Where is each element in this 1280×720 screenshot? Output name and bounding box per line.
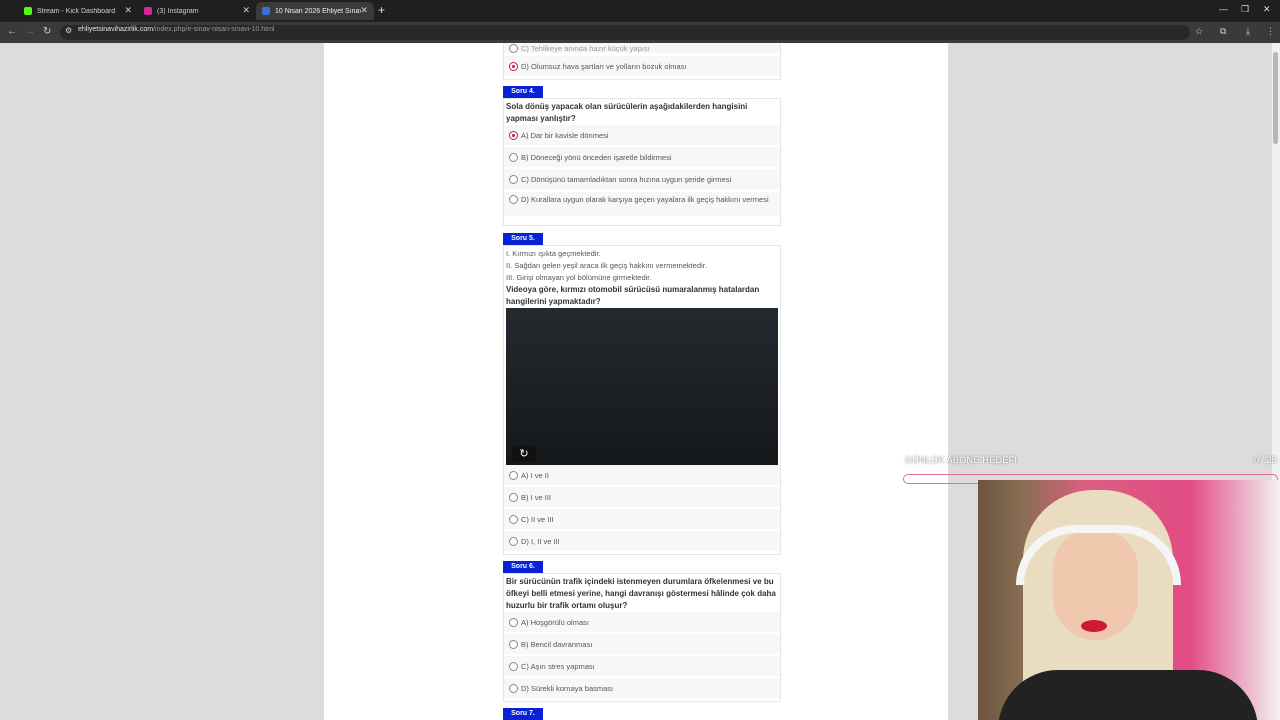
- site-info-icon[interactable]: ⚙: [65, 26, 72, 35]
- radio-icon: [509, 492, 518, 502]
- question-text: Sola dönüş yapacak olan sürücülerin aşağ…: [506, 102, 748, 123]
- radio-icon: [509, 174, 518, 184]
- site-favicon-icon: [262, 7, 270, 15]
- tab-strip: Stream - Kick Dashboard ✕ (3) Instagram …: [0, 0, 1280, 22]
- statement: I. Kırmızı ışıkta geçmektedir.: [506, 249, 601, 258]
- statement: III. Girişi olmayan yol bölümüne girmekt…: [506, 273, 652, 282]
- option-label: A) Dar bir kavisle dönmesi: [521, 130, 609, 140]
- star-icon[interactable]: ☆: [1195, 26, 1203, 37]
- tab-ehliyet[interactable]: 10 Nisan 2026 Ehliyet Sınavı Ha ✕: [256, 2, 374, 20]
- option-label: B) Döneceği yönü önceden işaretle bildir…: [521, 152, 672, 162]
- webcam-shirt: [998, 670, 1258, 720]
- close-window-icon[interactable]: ✕: [1263, 4, 1271, 15]
- option-label: D) Kurallara uygun olarak karşıya geçen …: [521, 195, 769, 204]
- reload-icon[interactable]: ↻: [43, 26, 51, 37]
- question-label: Soru 7.: [503, 708, 543, 720]
- radio-icon: [509, 152, 518, 162]
- webcam-feed: [978, 480, 1280, 720]
- radio-icon: [509, 514, 518, 524]
- option-c[interactable]: C) II ve III: [504, 509, 780, 529]
- question-video[interactable]: [506, 308, 778, 466]
- option-label: D) I, II ve III: [521, 536, 560, 546]
- option-d[interactable]: D) Kurallara uygun olarak karşıya geçen …: [504, 192, 780, 216]
- option-label: B) I ve III: [521, 492, 552, 502]
- question-label: Soru 5.: [503, 233, 543, 245]
- url-domain: ehliyetsinavihazirlik.com: [78, 26, 154, 33]
- replay-icon[interactable]: ↻: [512, 446, 536, 462]
- option-label: C) II ve III: [521, 514, 554, 524]
- close-tab-icon[interactable]: ✕: [360, 5, 368, 16]
- option-c[interactable]: C) Tehlikeye anında hazır küçük yapısı: [504, 43, 780, 53]
- url-text[interactable]: ehliyetsinavihazirlik.com/index.php/e-si…: [78, 26, 275, 33]
- radio-icon: [509, 536, 518, 546]
- back-icon[interactable]: ←: [7, 26, 17, 37]
- forward-icon[interactable]: →: [25, 26, 35, 37]
- kick-icon: [24, 7, 32, 15]
- option-d[interactable]: D) I, II ve III: [504, 531, 780, 551]
- option-a[interactable]: A) Dar bir kavisle dönmesi: [504, 125, 780, 145]
- question-label: Soru 4.: [503, 86, 543, 98]
- option-label: D) Sürekli kornaya basması: [521, 683, 614, 693]
- goal-text: GÜNLÜK ABONE HEDEFİ: [905, 455, 1018, 465]
- tab-kick[interactable]: Stream - Kick Dashboard ✕: [18, 2, 138, 20]
- scrollbar-thumb[interactable]: [1273, 52, 1278, 144]
- radio-selected-icon: [509, 61, 518, 71]
- option-a[interactable]: A) Hoşgörülü olması: [504, 612, 780, 632]
- tab-title: 10 Nisan 2026 Ehliyet Sınavı Ha: [275, 7, 361, 15]
- tab-instagram[interactable]: (3) Instagram ✕: [138, 2, 256, 20]
- radio-icon: [509, 44, 518, 53]
- radio-selected-icon: [509, 130, 518, 140]
- close-tab-icon[interactable]: ✕: [242, 5, 250, 16]
- new-tab-icon[interactable]: +: [378, 3, 385, 17]
- option-d[interactable]: D) Olumsuz hava şartları ve yolların boz…: [504, 56, 780, 76]
- option-b[interactable]: B) I ve III: [504, 487, 780, 507]
- radio-icon: [509, 683, 518, 693]
- extensions-icon[interactable]: ⧉: [1220, 26, 1226, 37]
- tab-title: (3) Instagram: [157, 7, 199, 15]
- radio-icon: [509, 639, 518, 649]
- radio-icon: [509, 195, 518, 204]
- radio-icon: [509, 470, 518, 480]
- option-d[interactable]: D) Sürekli kornaya basması: [504, 678, 780, 698]
- goal-count: 0 / 25: [1254, 455, 1277, 465]
- question-label: Soru 6.: [503, 561, 543, 573]
- option-label: B) Bencil davranması: [521, 639, 593, 649]
- question-text: Videoya göre, kırmızı otomobil sürücüsü …: [506, 285, 760, 306]
- option-b[interactable]: B) Bencil davranması: [504, 634, 780, 654]
- download-icon[interactable]: ⤓: [1246, 26, 1250, 37]
- close-tab-icon[interactable]: ✕: [124, 5, 132, 16]
- option-a[interactable]: A) I ve II: [504, 465, 780, 485]
- webcam-lips: [1081, 620, 1107, 632]
- question-text: Bir sürücünün trafik içindeki istenmeyen…: [506, 577, 776, 610]
- option-label: C) Aşırı stres yapması: [521, 661, 595, 671]
- option-label: A) I ve II: [521, 470, 549, 480]
- minimize-icon[interactable]: —: [1219, 4, 1228, 14]
- option-c[interactable]: C) Dönüşünü tamamladıktan sonra hızına u…: [504, 169, 780, 189]
- statement: II. Sağdan gelen yeşil araca ilk geçiş h…: [506, 261, 707, 270]
- option-c[interactable]: C) Aşırı stres yapması: [504, 656, 780, 676]
- option-label: C) Tehlikeye anında hazır küçük yapısı: [521, 44, 650, 53]
- menu-icon[interactable]: ⋮: [1266, 26, 1275, 37]
- radio-icon: [509, 661, 518, 671]
- option-label: D) Olumsuz hava şartları ve yolların boz…: [521, 61, 687, 71]
- url-path: /index.php/e-sinav-nisan-sinavi-10.html: [153, 26, 275, 33]
- tab-title: Stream - Kick Dashboard: [37, 7, 116, 15]
- option-label: A) Hoşgörülü olması: [521, 617, 589, 627]
- maximize-icon[interactable]: ❐: [1241, 4, 1249, 15]
- radio-icon: [509, 617, 518, 627]
- option-label: C) Dönüşünü tamamladıktan sonra hızına u…: [521, 174, 732, 184]
- option-b[interactable]: B) Döneceği yönü önceden işaretle bildir…: [504, 147, 780, 167]
- instagram-icon: [144, 7, 152, 15]
